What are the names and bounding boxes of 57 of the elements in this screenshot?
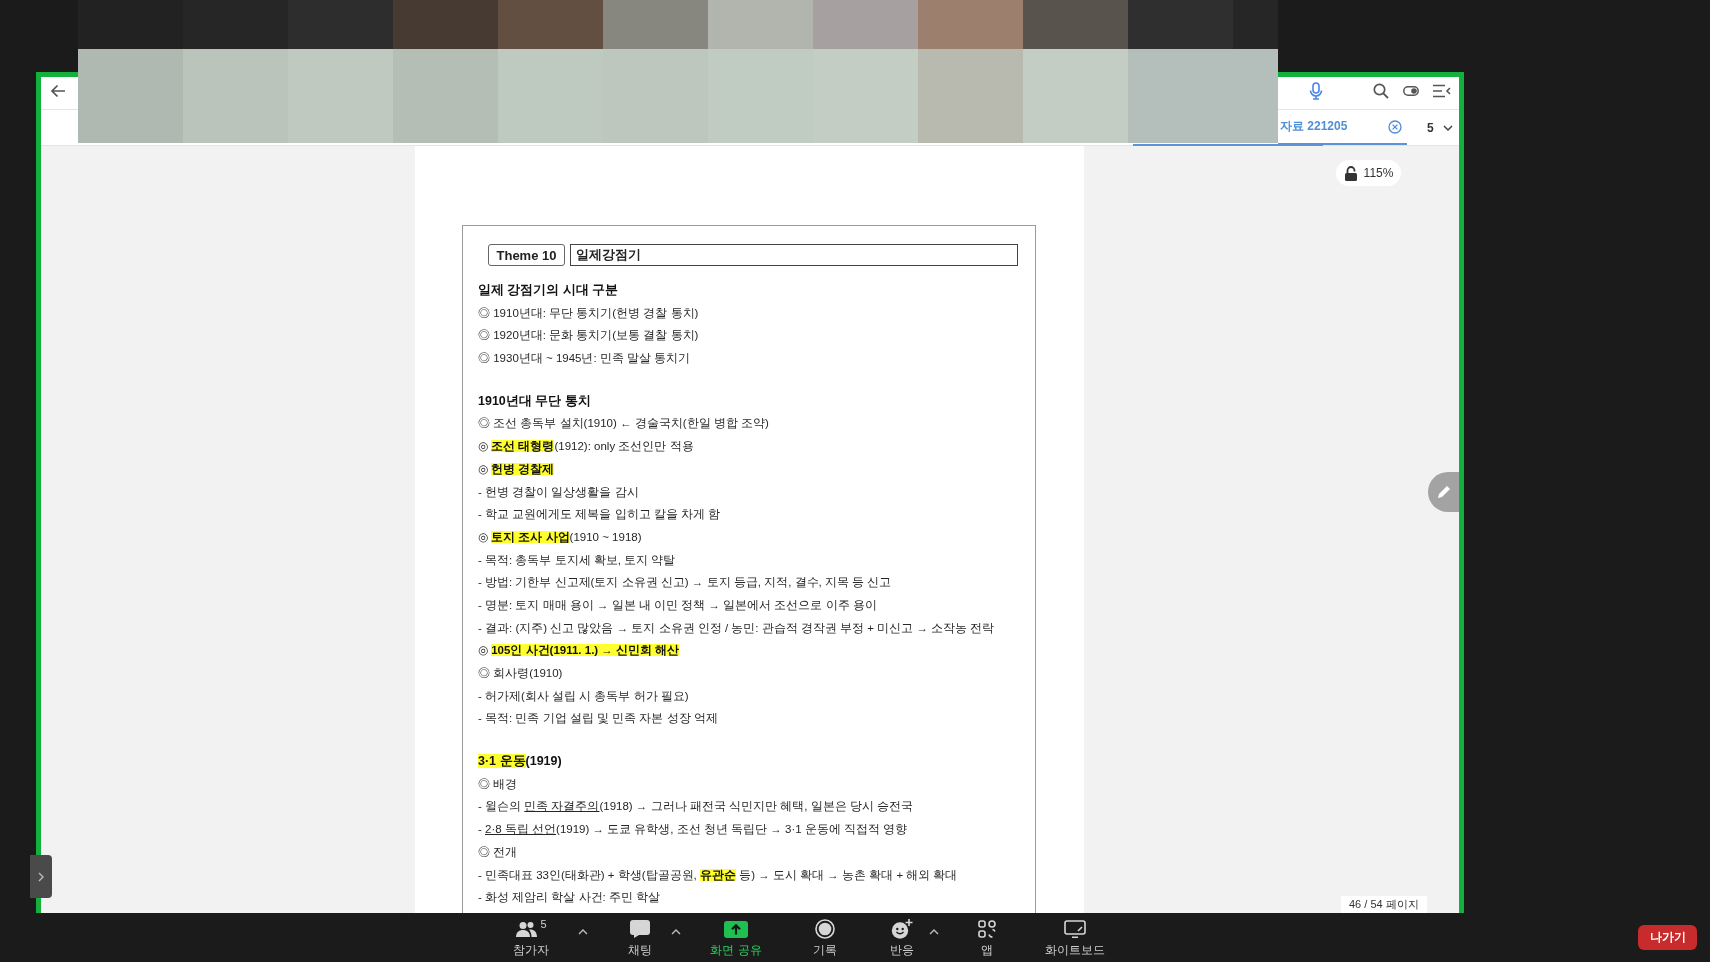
document-line: ◎ 1910년대: 무단 통치기(헌병 경찰 통치) — [478, 305, 699, 321]
caret-up-icon — [671, 929, 681, 935]
share-screen-icon — [724, 920, 748, 938]
smiley-plus-icon — [891, 919, 913, 939]
document-line: ◎ 1920년대: 문화 통치기(보통 결찰 통치) — [478, 328, 699, 344]
document-line: - 허가제(회사 설립 시 총독부 허가 필요) — [478, 688, 689, 704]
people-icon — [515, 921, 538, 937]
record-button[interactable]: 기록 — [785, 918, 865, 957]
document-line: - 헌병 경찰이 일상생활을 감시 — [478, 484, 639, 500]
apps-icon — [978, 920, 996, 938]
document-line: - 목적: 총독부 토지세 확보, 토지 약탈 — [478, 552, 676, 568]
chevron-right-icon — [38, 871, 44, 882]
page-indicator: 46 / 54 페이지 — [1341, 896, 1427, 913]
caret-up-icon — [929, 929, 939, 935]
theme-label: Theme 10 — [488, 244, 565, 266]
whiteboard-icon — [1064, 920, 1086, 938]
document-line: - 명분: 토지 매매 용이 → 일본 내 이민 정책 → 일본에서 조선으로 이주 용이 — [478, 597, 877, 613]
document-line: - 목적: 민족 기업 설립 및 민족 자본 성장 억제 — [478, 711, 718, 727]
document-line: ◎ 전개 — [478, 844, 518, 860]
apps-button[interactable]: 앱 — [957, 918, 1017, 957]
whiteboard-button[interactable]: 화이트보드 — [1035, 918, 1115, 957]
share-screen-button[interactable]: 화면 공유 — [696, 918, 776, 957]
side-panel-toggle[interactable] — [30, 855, 52, 898]
chat-button[interactable]: 채팅 — [614, 918, 666, 957]
document-line: ◎ 105인 사건(1911. 1.) → 신민회 해산 — [478, 643, 680, 659]
document-line: - 화성 제암리 학살 사건: 주민 학살 — [478, 890, 661, 906]
document-line: - 방법: 기한부 신고제(토지 소유권 신고) → 토지 등급, 지적, 결수, 지목 등 신고 — [478, 575, 892, 591]
document-line: ◎ 토지 조사 사업(1910 ~ 1918) — [478, 529, 642, 545]
zoom-lock-button[interactable]: 115% — [1336, 160, 1401, 186]
pencil-icon — [1436, 484, 1452, 500]
section-heading: 1910년대 무단 통치 — [478, 392, 591, 410]
document-line: ◎ 조선 총독부 설치(1910) ← 경술국치(한일 병합 조약) — [478, 416, 769, 432]
document-line: ◎ 배경 — [478, 776, 518, 792]
document-title: 일제강점기 — [570, 244, 1018, 266]
document-line: - 윌슨의 민족 자결주의(1918) → 그러나 패전국 식민지만 혜택, 일본은 당시 승전국 — [478, 799, 913, 815]
chat-bubble-icon — [630, 920, 650, 938]
participants-button[interactable]: 5 참가자 — [496, 918, 566, 957]
microphone-icon — [1309, 82, 1323, 100]
document-line: ◎ 1930년대 ~ 1945년: 민족 말살 통치기 — [478, 351, 691, 367]
document-line: - 결과: (지주) 신고 많았음 → 토지 소유권 인정 / 농민: 관습적 경작권 부정 + 미신고 → 소작농 전락 — [478, 620, 995, 636]
record-icon — [815, 919, 835, 939]
document-line: ◎ 헌병 경찰제 — [478, 461, 555, 477]
menu-icon — [1433, 84, 1451, 98]
toggle-icon — [1403, 86, 1419, 96]
document-line: - 학교 교원에게도 제복을 입히고 칼을 차게 함 — [478, 507, 721, 523]
section-heading: 일제 강점기의 시대 구분 — [478, 282, 619, 299]
document-line: - 민족대표 33인(태화관) + 학생(탑골공원, 유관순 등) → 도시 확대 → 농촌 확대 + 해외 확대 — [478, 867, 958, 883]
document-line: ◎ 조선 태형령(1912): only 조선인만 적용 — [478, 439, 694, 455]
reactions-button[interactable]: 반응 — [880, 918, 924, 957]
document-line: - 2·8 독립 선언(1919) → 도쿄 유학생, 조선 청년 독립단 → 3·1 운동에 직접적 영향 — [478, 822, 908, 838]
close-circle-icon — [1388, 119, 1402, 134]
back-arrow-icon — [50, 84, 66, 98]
chevron-down-icon — [1442, 124, 1453, 131]
search-icon — [1373, 83, 1389, 99]
document-line: ◎ 회사령(1910) — [478, 666, 563, 681]
caret-up-icon — [578, 929, 588, 935]
leave-button[interactable]: 나가기 — [1638, 925, 1697, 950]
